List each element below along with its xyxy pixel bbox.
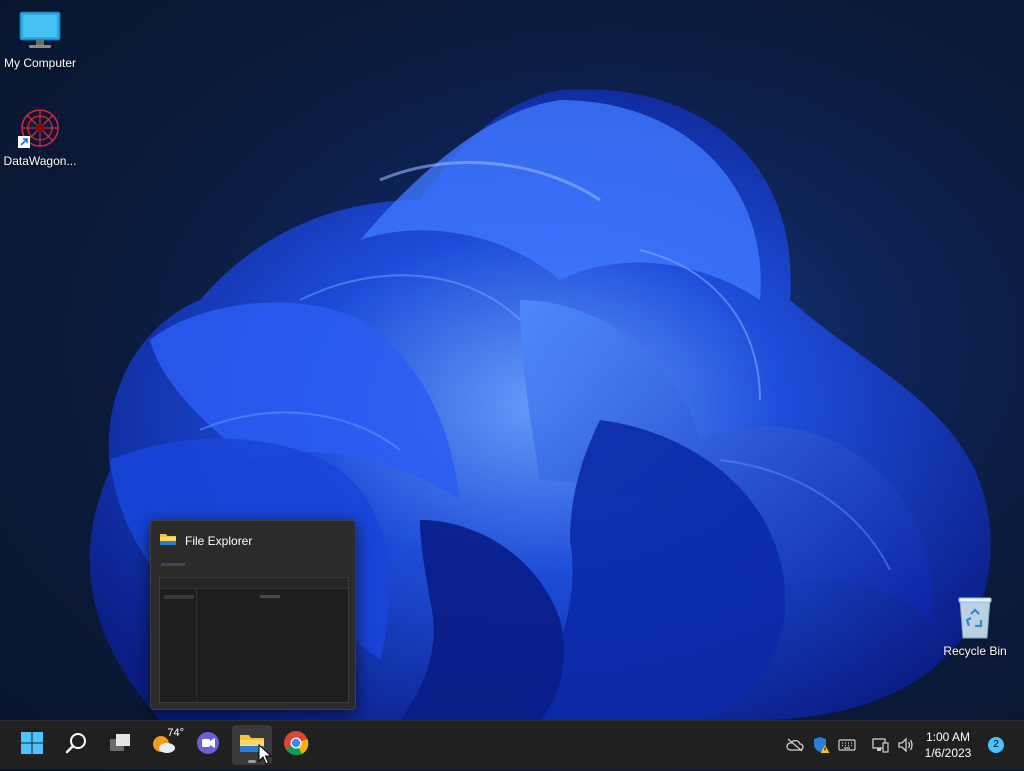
- security-warning-icon[interactable]: [811, 735, 831, 755]
- desktop-icon-recycle-bin[interactable]: Recycle Bin: [935, 596, 1015, 658]
- notification-badge[interactable]: 2: [988, 737, 1004, 753]
- weather-widget-button[interactable]: 74°: [144, 725, 184, 765]
- preview-title: File Explorer: [185, 534, 253, 548]
- onedrive-icon[interactable]: [785, 735, 805, 755]
- taskbar-clock[interactable]: 1:00 AM 1/6/2023: [918, 729, 978, 761]
- network-icon[interactable]: [870, 735, 890, 755]
- keyboard-icon[interactable]: [837, 735, 857, 755]
- desktop-icon-my-computer[interactable]: My Computer: [0, 8, 80, 70]
- task-view-icon: [108, 731, 132, 760]
- chat-icon: [195, 730, 221, 761]
- file-explorer-preview[interactable]: File Explorer: [150, 520, 356, 710]
- datawagon-shortcut-icon: [16, 106, 64, 150]
- desktop-icon-datawagon[interactable]: DataWagon...: [0, 106, 80, 168]
- taskbar: 74° 1:00 AM 1/6/2023 2: [0, 720, 1024, 769]
- chat-button[interactable]: [188, 725, 228, 765]
- task-view-button[interactable]: [100, 725, 140, 765]
- preview-thumbnail[interactable]: [159, 577, 349, 703]
- weather-temperature: 74°: [167, 727, 184, 739]
- desktop-icon-label: DataWagon...: [3, 154, 77, 168]
- chrome-button[interactable]: [276, 725, 316, 765]
- search-icon: [64, 731, 88, 760]
- recycle-bin-icon: [951, 596, 999, 640]
- start-button[interactable]: [12, 725, 52, 765]
- active-indicator: [248, 760, 256, 763]
- clock-date: 1/6/2023: [924, 746, 972, 760]
- volume-icon[interactable]: [896, 735, 916, 755]
- chrome-icon: [283, 730, 309, 761]
- clock-time: 1:00 AM: [925, 730, 971, 744]
- mouse-cursor-icon: [258, 743, 273, 771]
- monitor-icon: [16, 8, 64, 52]
- search-button[interactable]: [56, 725, 96, 765]
- desktop-icon-label: My Computer: [3, 56, 77, 70]
- preview-header: File Explorer: [151, 521, 355, 551]
- folder-icon: [159, 531, 177, 552]
- desktop-icon-label: Recycle Bin: [943, 644, 1007, 658]
- system-tray: [782, 721, 919, 769]
- windows-logo-icon: [20, 731, 44, 760]
- preview-thumb-caption: [161, 563, 185, 566]
